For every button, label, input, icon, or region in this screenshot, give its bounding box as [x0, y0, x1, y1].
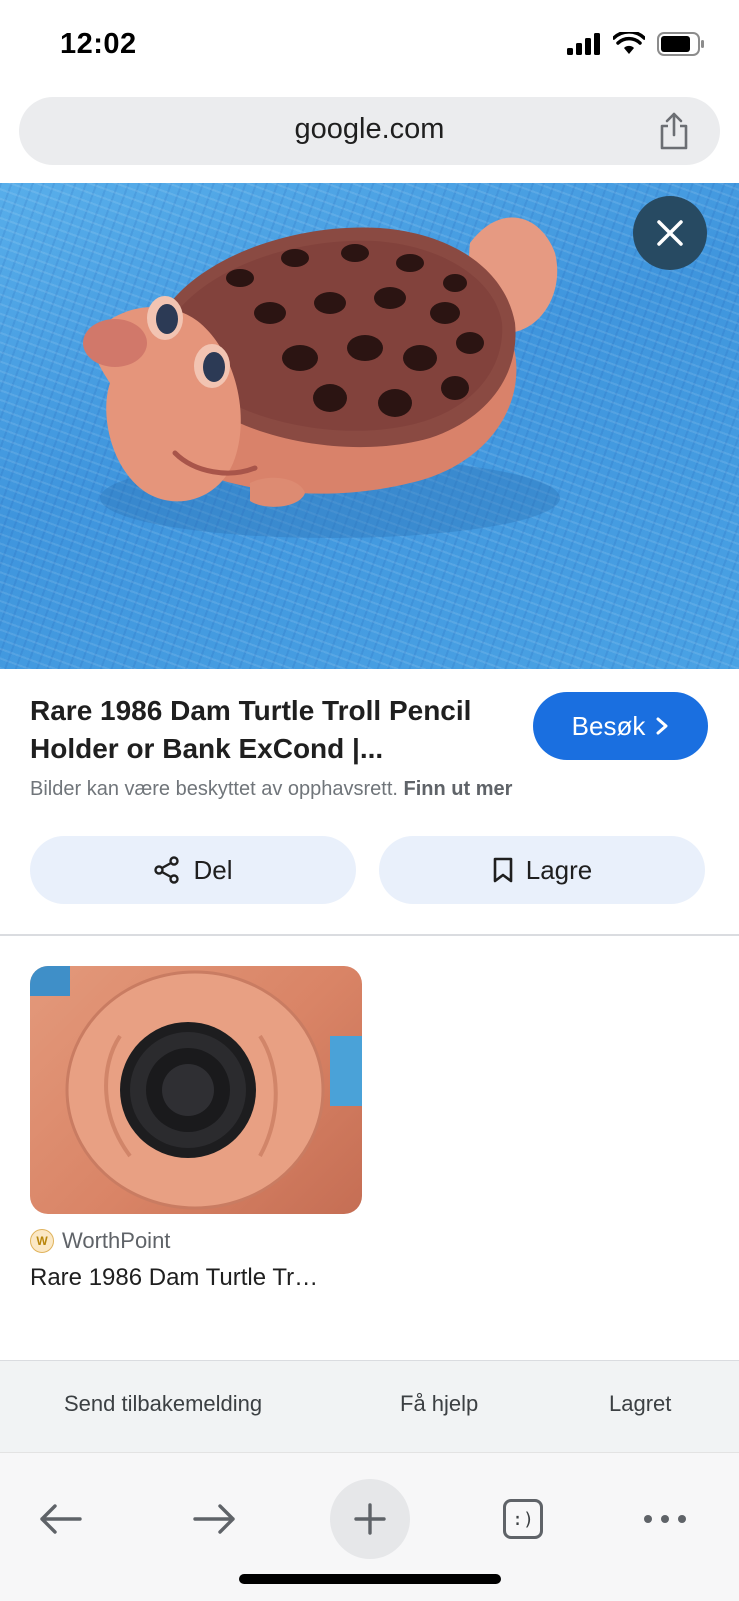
close-icon [657, 220, 683, 246]
save-button-label: Lagre [525, 854, 593, 885]
url-text[interactable]: google.com [19, 113, 720, 146]
status-icons [567, 32, 705, 56]
status-time: 12:02 [60, 28, 137, 60]
new-tab-button[interactable] [330, 1479, 410, 1559]
learn-more-link[interactable]: Finn ut mer [404, 778, 513, 800]
footer-links: Send tilbakemelding Få hjelp Lagret [0, 1360, 739, 1453]
worthpoint-favicon-icon: W [30, 1229, 54, 1253]
send-feedback-link[interactable]: Send tilbakemelding [64, 1391, 262, 1417]
related-source[interactable]: W WorthPoint [30, 1228, 170, 1254]
status-bar: 12:02 [0, 0, 739, 92]
wifi-icon [613, 32, 645, 54]
forward-button[interactable] [175, 1479, 255, 1559]
back-button[interactable] [20, 1479, 100, 1559]
turtle-troll-illustration [83, 217, 560, 538]
share-icon[interactable] [656, 111, 692, 151]
section-divider [0, 934, 739, 936]
new-tab-plus-icon [354, 1503, 386, 1535]
cellular-signal-icon [567, 33, 600, 55]
forward-arrow-icon [193, 1504, 235, 1534]
back-arrow-icon [40, 1504, 82, 1534]
more-menu-button[interactable] [625, 1479, 705, 1559]
visit-button[interactable]: Besøk [533, 692, 708, 760]
save-button[interactable]: Lagre [379, 836, 705, 904]
related-title[interactable]: Rare 1986 Dam Turtle Tr… [30, 1264, 318, 1292]
more-dots-icon [644, 1515, 686, 1523]
visit-button-label: Besøk [571, 710, 646, 741]
saved-link[interactable]: Lagret [609, 1391, 671, 1417]
result-title[interactable]: Rare 1986 Dam Turtle Troll Pencil Holder… [30, 692, 500, 768]
get-help-link[interactable]: Få hjelp [400, 1391, 478, 1417]
main-image[interactable] [0, 183, 739, 669]
address-bar[interactable]: google.com [19, 97, 720, 165]
close-button[interactable] [633, 196, 707, 270]
related-source-name: WorthPoint [62, 1228, 171, 1253]
chevron-right-icon [656, 717, 668, 735]
tabs-glyph: :) [512, 1508, 534, 1530]
share-nodes-icon [154, 856, 180, 884]
tabs-button[interactable]: :) [483, 1479, 563, 1559]
battery-icon [657, 32, 704, 56]
copyright-text: Bilder kan være beskyttet av opphavsrett… [30, 778, 398, 800]
home-indicator[interactable] [239, 1574, 501, 1584]
bookmark-icon [493, 857, 513, 883]
share-button[interactable]: Del [30, 836, 356, 904]
share-button-label: Del [193, 854, 233, 885]
related-thumbnail[interactable] [30, 966, 362, 1214]
tabs-switcher-icon: :) [503, 1499, 543, 1539]
copyright-notice: Bilder kan være beskyttet av opphavsrett… [30, 778, 512, 801]
troll-bank-underside-illustration [30, 966, 362, 1210]
